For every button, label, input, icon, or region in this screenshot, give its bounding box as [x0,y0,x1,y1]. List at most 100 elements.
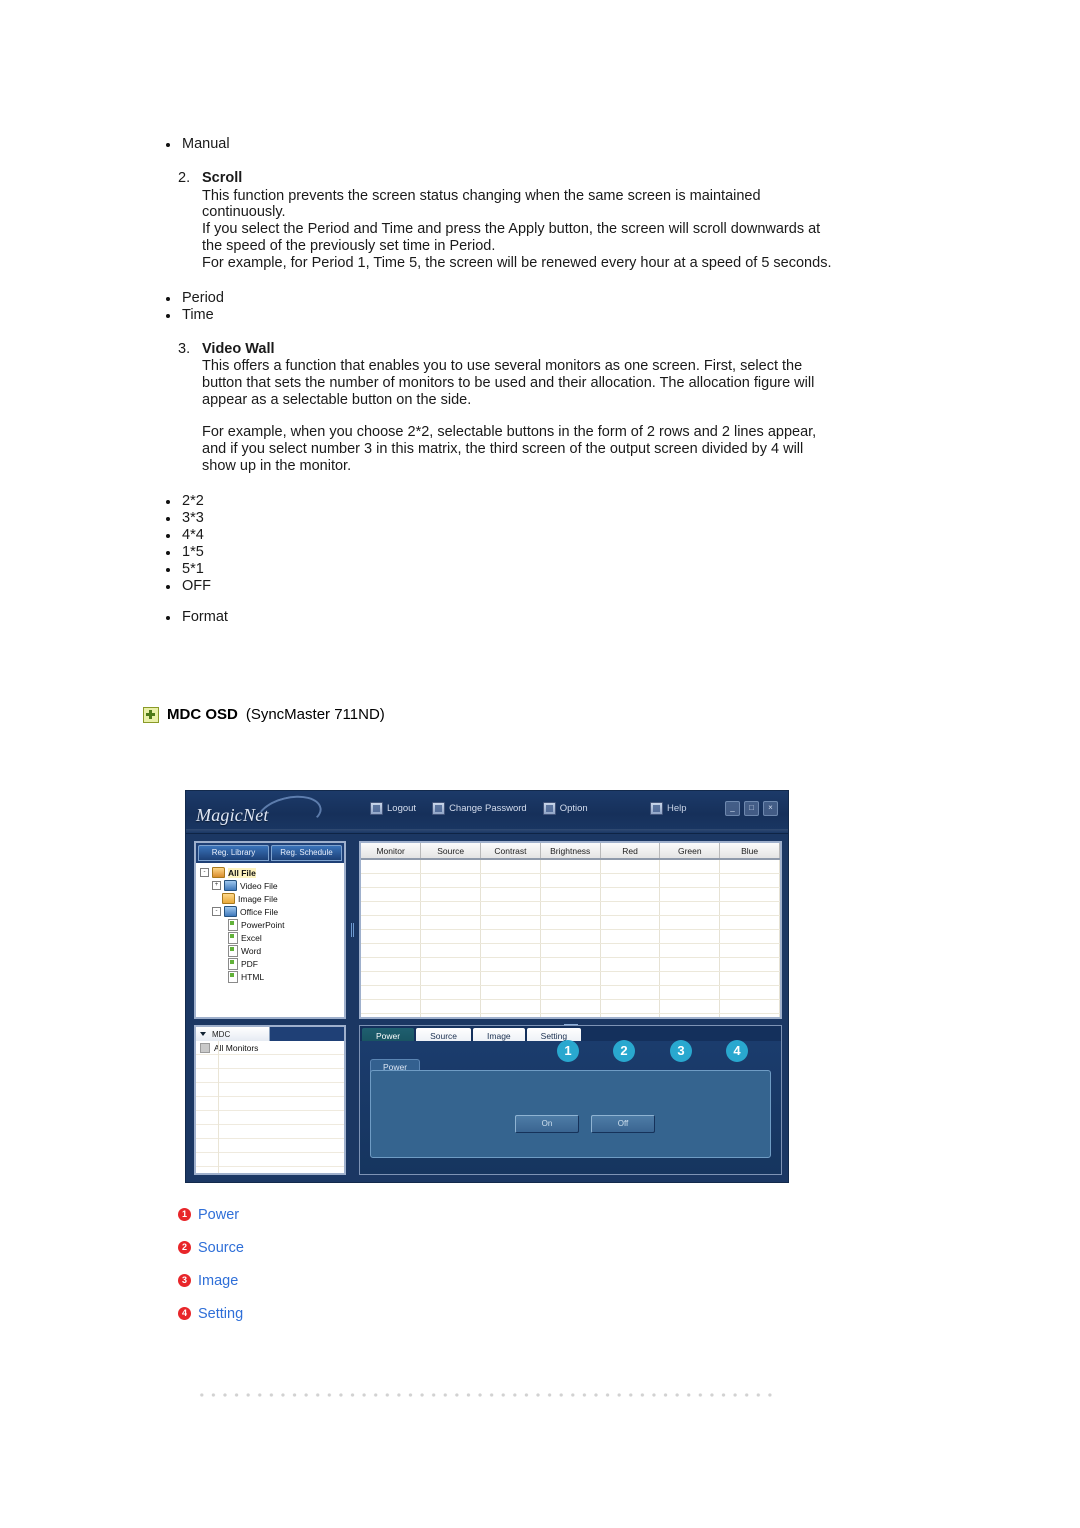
library-tabs: Reg. Library Reg. Schedule [196,843,344,863]
maximize-button[interactable]: □ [744,801,759,816]
tree-node-all-file[interactable]: - All File [200,866,342,879]
logout-icon [370,802,383,815]
minimize-icon: _ [730,803,735,812]
callout-1: 1 [557,1040,579,1062]
list-item: OFF [160,578,840,595]
table-row[interactable] [361,1013,780,1017]
expand-toggle-icon[interactable]: + [212,881,221,890]
list-item: Period [160,290,840,307]
tab-reg-schedule[interactable]: Reg. Schedule [271,845,342,861]
section-text: This offers a function that enables you … [202,358,840,475]
page-title: MDC OSD [167,706,238,723]
power-buttons: On Off [515,1115,655,1133]
tree-node-label: HTML [241,971,265,982]
callout-2: 2 [613,1040,635,1062]
file-icon [228,957,238,970]
folder-user-icon [212,867,225,878]
folder-blue-icon [224,880,237,891]
table-row[interactable] [361,859,780,874]
app-body: Reg. Library Reg. Schedule - All File + [186,833,788,1182]
column-header-source[interactable]: Source [420,843,482,860]
table-row[interactable] [361,873,780,888]
power-on-button[interactable]: On [515,1115,579,1133]
list-item: 3*3 [160,510,840,527]
expand-toggle-icon[interactable]: - [200,868,209,877]
power-off-button[interactable]: Off [591,1115,655,1133]
mdc-label: MDC [212,1029,231,1039]
magicnet-app-window: MagicNet Logout Change Password Option H… [185,790,789,1183]
tree-node-label: All File [228,867,256,878]
help-icon [650,802,663,815]
help-button[interactable]: Help [650,802,687,815]
tree-node-label: PowerPoint [241,919,285,930]
tree-node-pdf[interactable]: PDF [200,957,342,970]
section-scroll: 2. Scroll This function prevents the scr… [160,169,840,272]
close-button[interactable]: × [763,801,778,816]
tree-node-excel[interactable]: Excel [200,931,342,944]
change-password-button[interactable]: Change Password [432,802,527,815]
callout-4: 4 [726,1040,748,1062]
tree-node-html[interactable]: HTML [200,970,342,983]
column-header-monitor[interactable]: Monitor [361,843,422,860]
column-header-contrast[interactable]: Contrast [480,843,541,860]
tree-node-powerpoint[interactable]: PowerPoint [200,918,342,931]
option-label: Option [559,803,588,814]
legend-badge: 1 [178,1208,191,1221]
column-header-blue[interactable]: Blue [719,843,780,860]
vertical-splitter[interactable] [348,841,358,1019]
legend-badge: 3 [178,1274,191,1287]
tree-node-label: Video File [240,880,278,891]
expand-toggle-icon[interactable]: - [212,907,221,916]
tree-node-word[interactable]: Word [200,944,342,957]
callout-3: 3 [670,1040,692,1062]
change-password-label: Change Password [449,803,527,814]
column-header-red[interactable]: Red [600,843,661,860]
list-item: 2*2 [160,493,840,510]
list-item-label: All Monitors [214,1042,259,1053]
upper-row: Reg. Library Reg. Schedule - All File + [194,841,782,1027]
tab-reg-library[interactable]: Reg. Library [198,845,269,861]
table-row[interactable] [361,901,780,916]
checkbox-icon[interactable] [200,1042,210,1053]
option-icon [542,802,556,815]
table-body [361,859,780,1017]
file-icon [228,918,238,931]
list-item: Format [160,609,840,626]
table-row[interactable] [361,985,780,1000]
tree-node-office-file[interactable]: - Office File [200,905,342,918]
page-root: Manual 2. Scroll This function prevents … [0,0,1080,1528]
logout-button[interactable]: Logout [370,802,416,815]
legend-item-setting: 4 Setting [178,1297,478,1330]
table-row[interactable] [361,887,780,902]
paragraph: For example, for Period 1, Time 5, the s… [202,254,832,271]
document-body: Manual 2. Scroll This function prevents … [160,136,840,626]
app-titlebar: MagicNet Logout Change Password Option H… [186,791,788,839]
paragraph: This offers a function that enables you … [202,358,815,408]
maximize-icon: □ [749,803,754,812]
option-button[interactable]: Option [542,802,588,815]
page-subtitle: (SyncMaster 711ND) [245,706,385,723]
monitor-table: Monitor Source Contrast Brightness Red G… [361,843,780,1017]
table-row[interactable] [361,957,780,972]
mdc-dropdown[interactable]: MDC [196,1027,270,1041]
table-row[interactable] [361,999,780,1014]
tree-node-video-file[interactable]: + Video File [200,879,342,892]
table-row[interactable] [361,971,780,986]
table-row[interactable] [361,929,780,944]
key-icon [432,802,446,815]
legend-label: Image [198,1272,239,1289]
table-row[interactable] [361,943,780,958]
paragraph: If you select the Period and Time and pr… [202,221,821,254]
paragraph: This function prevents the screen status… [202,187,761,221]
table-row[interactable] [361,915,780,930]
minimize-button[interactable]: _ [725,801,740,816]
tree-node-image-file[interactable]: Image File [200,892,342,905]
column-header-brightness[interactable]: Brightness [540,843,601,860]
expand-toggle-icon [212,895,219,902]
column-header-green[interactable]: Green [659,843,721,860]
tree-node-label: Word [241,945,262,956]
mdc-osd-icon [143,706,159,723]
magicnet-logo: MagicNet [194,791,326,839]
section-number: 3. [178,340,191,357]
callout-legend: 1 Power 2 Source 3 Image 4 Setting [178,1198,478,1330]
